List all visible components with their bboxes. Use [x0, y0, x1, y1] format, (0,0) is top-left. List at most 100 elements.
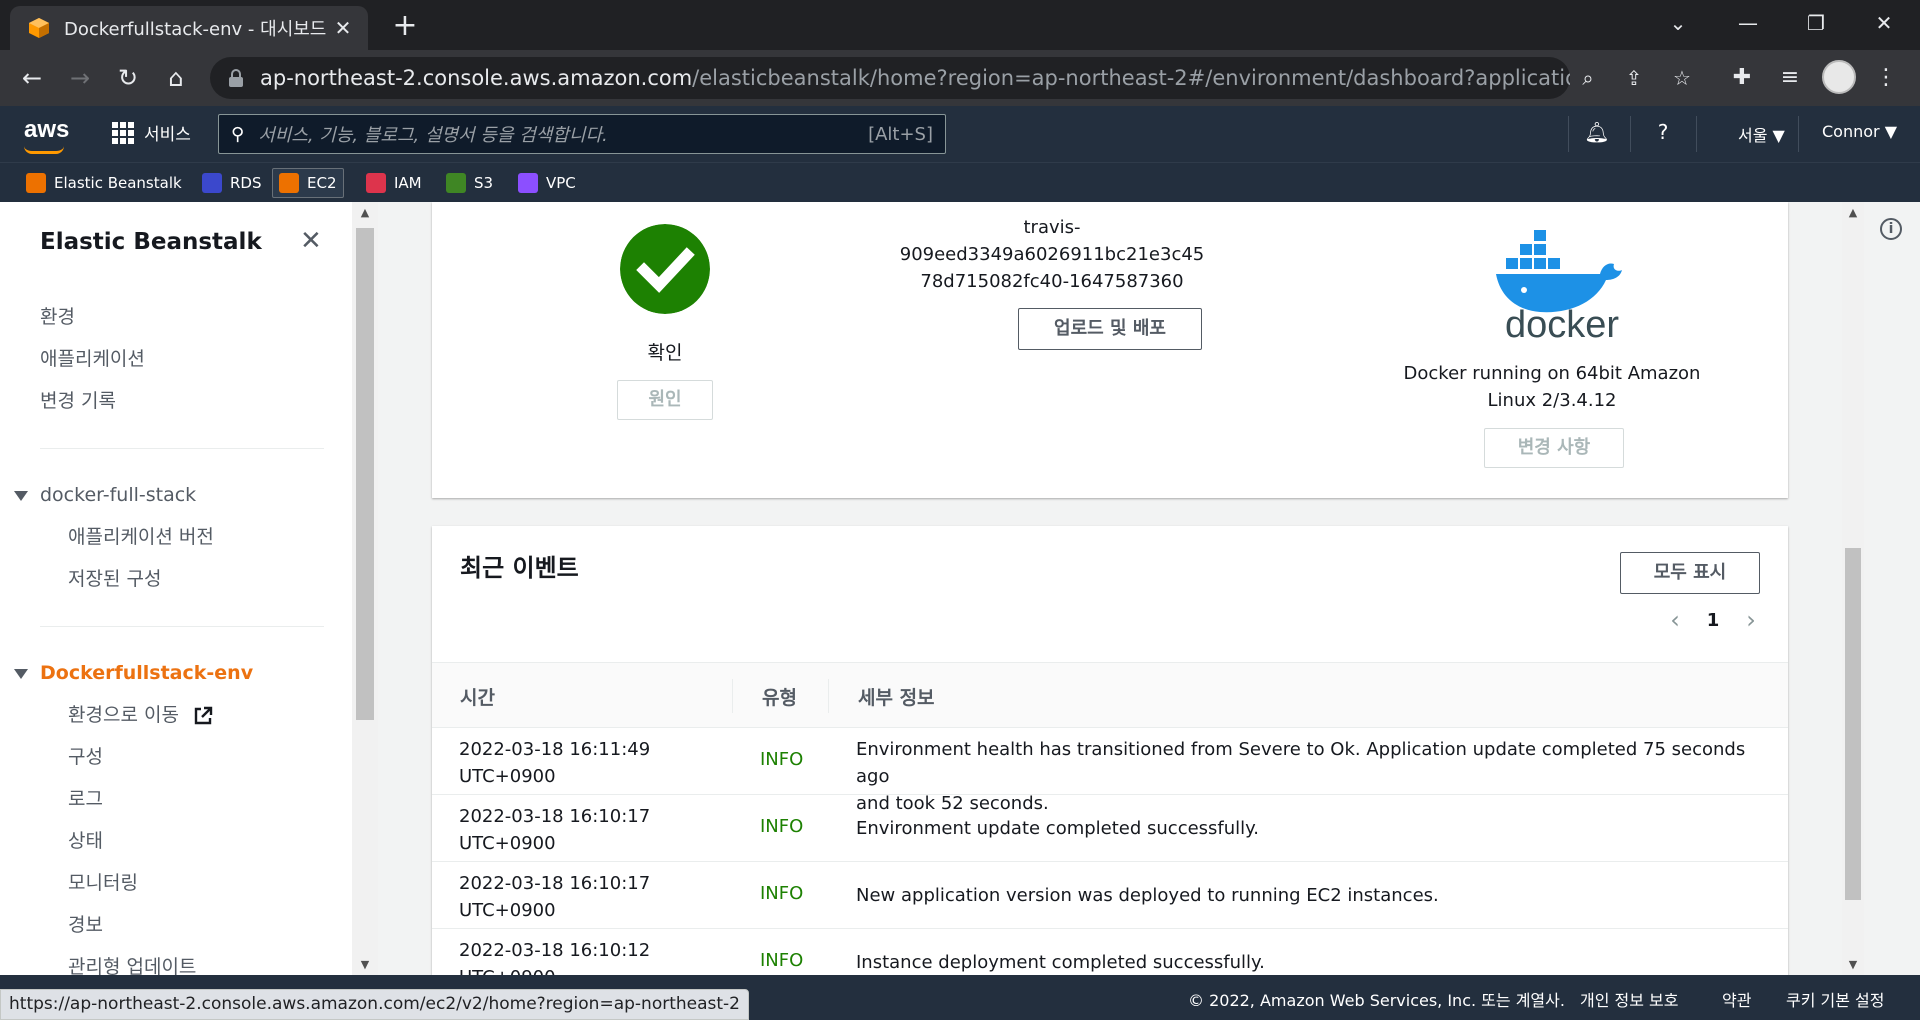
restore-icon[interactable]: ❐ — [1796, 8, 1836, 38]
share-icon[interactable]: ⇪ — [1618, 62, 1650, 94]
browser-menu-icon[interactable]: ⋮ — [1870, 62, 1902, 94]
scroll-down-icon[interactable]: ▼ — [1842, 958, 1864, 971]
browser-tab-bar: Dockerfullstack-env - 대시보드 ✕ + ⌄ — ❐ ✕ — [0, 0, 1920, 50]
favorites-bar: Elastic Beanstalk RDS EC2 IAM S3 VPC — [0, 162, 1920, 202]
search-shortcut: [Alt+S] — [868, 123, 933, 145]
sidebar-item-environments[interactable]: 환경 — [40, 302, 75, 329]
terms-link[interactable]: 약관 — [1722, 987, 1751, 1011]
copyright-text: © 2022, Amazon Web Services, Inc. 또는 계열사… — [1188, 991, 1565, 1010]
sidebar-group-environment[interactable]: Dockerfullstack-env — [14, 662, 253, 684]
show-all-button[interactable]: 모두 표시 — [1620, 552, 1760, 594]
close-tab-icon[interactable]: ✕ — [330, 16, 356, 40]
cookie-preferences-link[interactable]: 쿠키 기본 설정 — [1786, 987, 1885, 1011]
sidebar-item-saved-configs[interactable]: 저장된 구성 — [68, 564, 161, 591]
zoom-icon[interactable]: ⌕ — [1572, 62, 1604, 94]
sidebar-item-logs[interactable]: 로그 — [68, 784, 103, 811]
fav-elastic-beanstalk[interactable]: Elastic Beanstalk — [20, 168, 188, 198]
table-row: 2022-03-18 16:10:17 UTC+0900 INFO New ap… — [432, 862, 1788, 929]
reload-icon[interactable]: ↻ — [112, 62, 144, 94]
forward-icon[interactable]: → — [64, 62, 96, 94]
sidebar-group-application[interactable]: docker-full-stack — [14, 484, 196, 506]
header-divider — [1568, 116, 1569, 152]
chevron-left-icon[interactable]: ‹ — [1660, 606, 1690, 634]
browser-tab[interactable]: Dockerfullstack-env - 대시보드 ✕ — [10, 6, 368, 50]
main-scrollbar[interactable]: ▲ ▼ — [1842, 202, 1864, 975]
aws-logo[interactable]: aws — [24, 116, 69, 154]
services-label: 서비스 — [144, 125, 191, 145]
services-menu-button[interactable]: 서비스 — [112, 120, 191, 145]
column-header-type[interactable]: 유형 — [762, 683, 797, 710]
chevron-right-icon[interactable]: › — [1736, 606, 1766, 634]
event-detail: Instance deployment completed successful… — [856, 952, 1265, 973]
change-platform-button[interactable]: 변경 사항 — [1484, 428, 1624, 468]
profile-avatar[interactable] — [1822, 60, 1856, 94]
help-icon[interactable]: ? — [1648, 120, 1678, 144]
extensions-icon[interactable]: ✚ — [1726, 62, 1758, 94]
event-timezone: UTC+0900 — [459, 766, 556, 787]
sidebar-item-applications[interactable]: 애플리케이션 — [40, 344, 145, 371]
event-date: 2022-03-18 16:10:17 — [459, 873, 651, 894]
item-label: 환경으로 이동 — [68, 704, 179, 726]
fav-label: S3 — [474, 174, 494, 192]
sidebar-scrollbar[interactable]: ▲ ▼ — [352, 202, 378, 975]
sidebar-item-app-versions[interactable]: 애플리케이션 버전 — [68, 522, 214, 549]
event-detail: Environment update completed successfull… — [856, 818, 1259, 839]
sidebar-item-alarms[interactable]: 경보 — [68, 910, 103, 937]
close-sidebar-icon[interactable]: ✕ — [300, 226, 322, 256]
column-header-details[interactable]: 세부 정보 — [858, 683, 935, 710]
scroll-up-icon[interactable]: ▲ — [352, 206, 378, 219]
fav-rds[interactable]: RDS — [196, 168, 268, 198]
minimize-icon[interactable]: — — [1728, 8, 1768, 38]
recent-events-card: 최근 이벤트 모두 표시 ‹ 1 › 시간 유형 세부 정보 2022-03-1… — [432, 526, 1788, 975]
new-tab-icon[interactable]: + — [386, 8, 424, 46]
sidebar-item-health[interactable]: 상태 — [68, 826, 103, 853]
console-search-input[interactable]: ⚲ 서비스, 기능, 블로그, 설명서 등을 검색합니다. [Alt+S] — [218, 114, 946, 154]
home-icon[interactable]: ⌂ — [160, 62, 192, 94]
external-link-icon — [194, 706, 213, 724]
fav-label: EC2 — [307, 174, 337, 192]
tab-search-icon[interactable]: ⌄ — [1658, 8, 1698, 38]
fav-vpc[interactable]: VPC — [512, 168, 582, 198]
header-divider — [1696, 116, 1697, 152]
notifications-bell-icon[interactable]: 🔔︎ — [1582, 120, 1612, 144]
scrollbar-thumb[interactable] — [1845, 548, 1861, 900]
table-row: 2022-03-18 16:10:17 UTC+0900 INFO Enviro… — [432, 795, 1788, 862]
sidebar-divider — [40, 626, 324, 627]
address-bar[interactable]: ap-northeast-2.console.aws.amazon.com/el… — [210, 57, 1570, 99]
platform-line: Docker running on 64bit Amazon — [1403, 363, 1701, 384]
bookmark-star-icon[interactable]: ☆ — [1666, 62, 1698, 94]
info-panel-icon[interactable]: i — [1880, 218, 1902, 240]
media-control-icon[interactable]: ≡ — [1774, 62, 1806, 94]
vpc-icon — [518, 173, 538, 193]
pagination: ‹ 1 › — [1660, 606, 1766, 634]
event-timezone: UTC+0900 — [459, 964, 679, 975]
scroll-down-icon[interactable]: ▼ — [352, 958, 378, 971]
sidebar-item-go-to-environment[interactable]: 환경으로 이동 — [68, 700, 213, 727]
column-header-time[interactable]: 시간 — [460, 683, 495, 710]
page-number[interactable]: 1 — [1690, 610, 1736, 631]
scrollbar-thumb[interactable] — [356, 228, 374, 720]
fav-label: IAM — [394, 174, 422, 192]
sidebar-item-monitoring[interactable]: 모니터링 — [68, 868, 138, 895]
back-icon[interactable]: ← — [16, 62, 48, 94]
fav-ec2[interactable]: EC2 — [272, 168, 344, 198]
region-selector[interactable]: 서울 ▼ — [1738, 122, 1785, 146]
causes-button[interactable]: 원인 — [617, 380, 713, 420]
iam-icon — [366, 173, 386, 193]
sidebar-item-configuration[interactable]: 구성 — [68, 742, 103, 769]
sidebar-item-change-history[interactable]: 변경 기록 — [40, 386, 116, 413]
fav-s3[interactable]: S3 — [440, 168, 499, 198]
account-menu[interactable]: Connor ▼ — [1822, 122, 1897, 141]
platform-description: Docker running on 64bit Amazon Linux 2/3… — [1382, 360, 1722, 414]
scroll-up-icon[interactable]: ▲ — [1842, 206, 1864, 219]
event-type: INFO — [760, 950, 804, 971]
table-row: 2022-03-18 16:11:49 UTC+0900 INFO Enviro… — [432, 728, 1788, 814]
upload-and-deploy-button[interactable]: 업로드 및 배포 — [1018, 308, 1202, 350]
header-divider — [1630, 116, 1631, 152]
privacy-link[interactable]: 개인 정보 보호 — [1580, 987, 1679, 1011]
search-placeholder: 서비스, 기능, 블로그, 설명서 등을 검색합니다. — [258, 125, 608, 146]
fav-label: Elastic Beanstalk — [54, 174, 182, 192]
fav-iam[interactable]: IAM — [360, 168, 428, 198]
close-window-icon[interactable]: ✕ — [1864, 8, 1904, 38]
detail-line: Environment health has transitioned from… — [856, 739, 1746, 787]
